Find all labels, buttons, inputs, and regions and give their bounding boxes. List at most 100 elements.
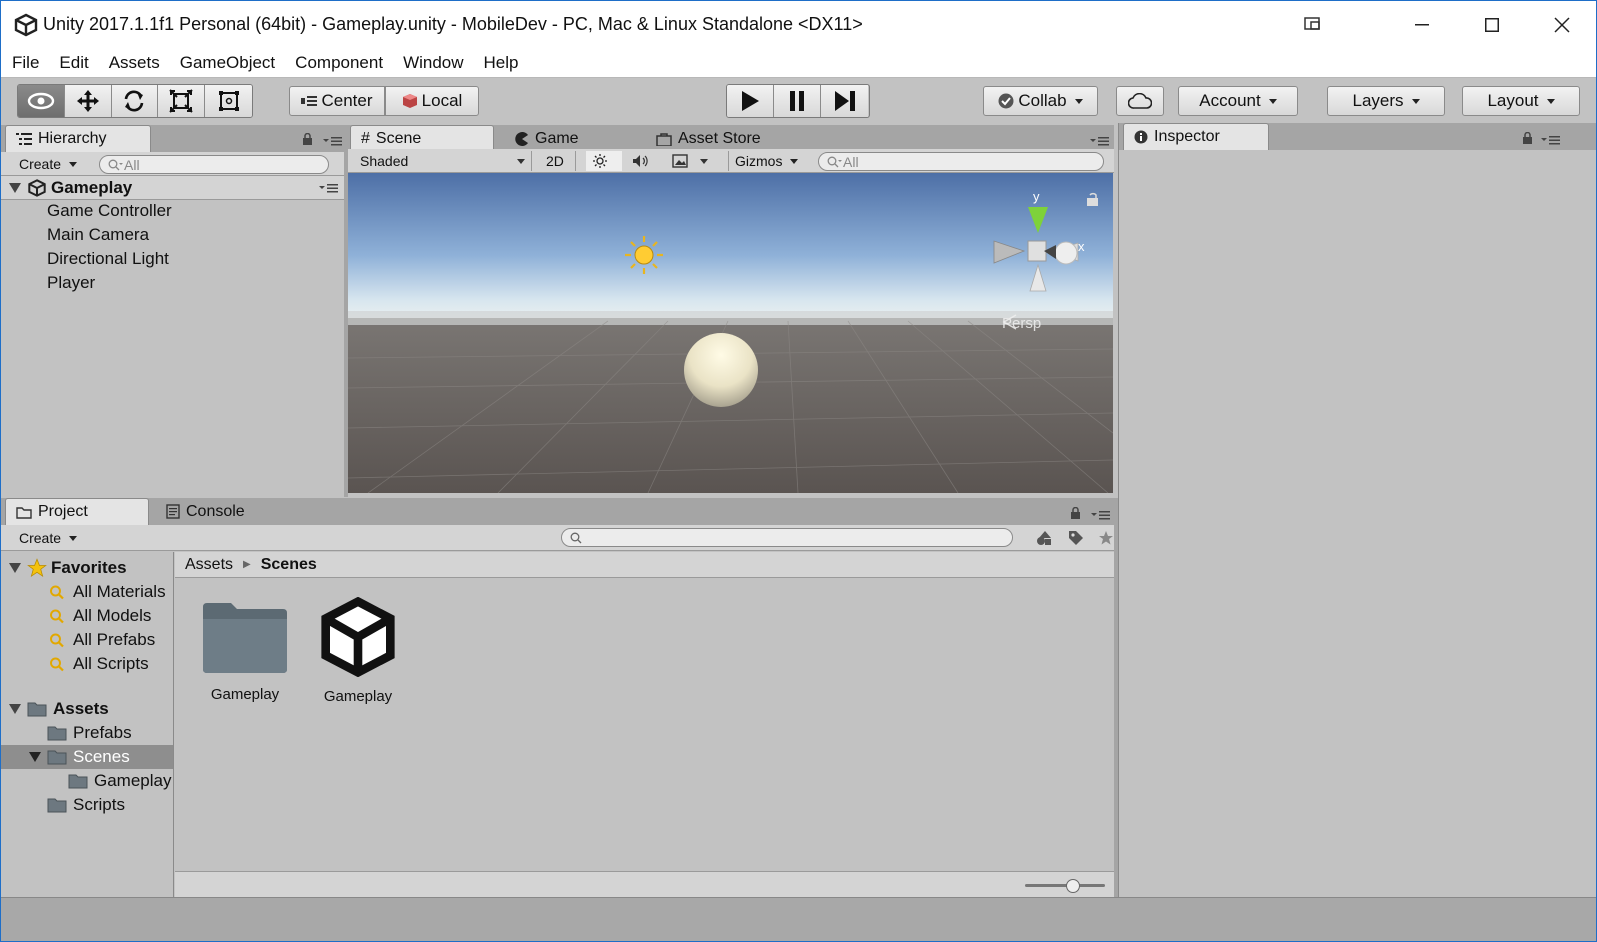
asset-folder-label: Gameplay: [94, 771, 172, 790]
search-by-label-button[interactable]: [1063, 527, 1089, 549]
zoom-slider[interactable]: [1025, 879, 1105, 893]
assets-header[interactable]: Assets: [1, 697, 173, 721]
gizmos-dropdown[interactable]: Gizmos: [728, 151, 806, 171]
search-by-type-button[interactable]: [1031, 527, 1057, 549]
collab-dropdown[interactable]: Collab: [983, 86, 1098, 116]
expand-triangle-icon[interactable]: [29, 752, 41, 762]
menu-help[interactable]: Help: [484, 53, 519, 73]
2d-toggle[interactable]: 2D: [540, 151, 576, 171]
hierarchy-item[interactable]: Player: [1, 271, 347, 295]
pivot-center-icon: [301, 96, 318, 106]
scene-search-input[interactable]: All: [818, 152, 1104, 171]
expand-triangle-icon[interactable]: [9, 704, 21, 714]
gizmo-lock-icon[interactable]: [1087, 198, 1098, 206]
tab-console[interactable]: Console: [156, 498, 286, 525]
layout-dropdown[interactable]: Layout: [1462, 86, 1580, 116]
lock-icon[interactable]: [301, 133, 315, 145]
hierarchy-item-label: Directional Light: [47, 249, 169, 268]
lock-icon[interactable]: [1069, 507, 1083, 519]
maximize-button[interactable]: [1457, 1, 1527, 48]
collab-window-icon[interactable]: [1304, 16, 1322, 32]
game-tab-label: Game: [535, 129, 579, 147]
play-button[interactable]: [727, 85, 774, 117]
rect-tool-button[interactable]: [205, 85, 252, 117]
hierarchy-list-icon: [16, 133, 32, 145]
favorites-header[interactable]: Favorites: [1, 556, 173, 580]
audio-toggle[interactable]: [626, 151, 662, 171]
hierarchy-search-input[interactable]: All: [99, 155, 329, 174]
favorite-item[interactable]: All Scripts: [1, 652, 173, 676]
project-create-dropdown[interactable]: Create: [13, 528, 91, 548]
layers-dropdown[interactable]: Layers: [1327, 86, 1445, 116]
move-tool-button[interactable]: [64, 85, 112, 117]
cloud-button[interactable]: [1116, 86, 1164, 116]
store-bag-icon: [656, 132, 672, 146]
hierarchy-create-dropdown[interactable]: Create: [13, 154, 89, 174]
hierarchy-item[interactable]: Game Controller: [1, 199, 347, 223]
file-item[interactable]: Gameplay: [195, 601, 295, 703]
draw-mode-label: Shaded: [360, 153, 409, 169]
tab-inspector[interactable]: Inspector: [1123, 123, 1269, 150]
pivot-rotation-button[interactable]: Local: [385, 86, 479, 116]
panel-menu-icon[interactable]: [323, 136, 343, 146]
scene-menu-icon[interactable]: [319, 183, 339, 193]
minimize-button[interactable]: [1387, 1, 1457, 48]
favorite-item[interactable]: All Prefabs: [1, 628, 173, 652]
hierarchy-item[interactable]: Main Camera: [1, 223, 347, 247]
breadcrumb-assets[interactable]: Assets: [185, 556, 233, 574]
panel-menu-icon[interactable]: [1541, 135, 1561, 145]
file-item[interactable]: Gameplay: [308, 596, 408, 705]
tab-scene[interactable]: # Scene: [350, 125, 494, 152]
menu-gameobject[interactable]: GameObject: [180, 53, 275, 73]
scene-viewport[interactable]: y x Persp: [348, 173, 1113, 493]
project-files-grid: Gameplay Gameplay: [175, 579, 1115, 871]
panel-menu-icon[interactable]: [1091, 510, 1111, 520]
lighting-toggle[interactable]: [586, 151, 622, 171]
panel-menu-icon[interactable]: [1090, 136, 1110, 146]
assets-label: Assets: [53, 699, 109, 718]
hierarchy-item[interactable]: Directional Light: [1, 247, 347, 271]
draw-mode-dropdown[interactable]: Shaded: [354, 151, 532, 171]
asset-folder-item-selected[interactable]: Scenes: [1, 745, 173, 769]
rotate-tool-button[interactable]: [111, 85, 159, 117]
effects-dropdown[interactable]: [666, 151, 714, 171]
panel-splitter[interactable]: [1114, 498, 1118, 897]
inspector-tab-label: Inspector: [1154, 128, 1220, 145]
pacman-icon: [515, 131, 528, 146]
tab-hierarchy[interactable]: Hierarchy: [5, 125, 151, 152]
hierarchy-scene-row[interactable]: Gameplay: [1, 176, 347, 200]
asset-folder-item[interactable]: Prefabs: [1, 721, 173, 745]
tab-game[interactable]: Game: [505, 125, 635, 152]
asset-folder-item[interactable]: Gameplay: [1, 769, 173, 793]
favorite-item[interactable]: All Models: [1, 604, 173, 628]
scale-tool-button[interactable]: [158, 85, 206, 117]
pivot-mode-button[interactable]: Center: [289, 86, 385, 116]
tab-asset-store[interactable]: Asset Store: [646, 125, 806, 152]
favorite-item-label: All Prefabs: [73, 630, 156, 649]
menu-window[interactable]: Window: [403, 53, 463, 73]
menu-component[interactable]: Component: [295, 53, 383, 73]
hierarchy-create-label: Create: [19, 156, 62, 172]
menu-edit[interactable]: Edit: [59, 53, 88, 73]
menu-file[interactable]: File: [12, 53, 39, 73]
lock-icon[interactable]: [1521, 132, 1535, 144]
view-tool-button[interactable]: [18, 85, 65, 117]
player-sphere[interactable]: [684, 333, 758, 407]
menu-assets[interactable]: Assets: [109, 53, 160, 73]
account-dropdown[interactable]: Account: [1178, 86, 1298, 116]
search-icon: [827, 156, 842, 167]
expand-triangle-icon[interactable]: [9, 182, 21, 193]
zoom-slider-thumb[interactable]: [1066, 879, 1080, 893]
tab-project[interactable]: Project: [5, 498, 149, 525]
asset-folder-item[interactable]: Scripts: [1, 793, 173, 817]
breadcrumb-scenes[interactable]: Scenes: [261, 556, 317, 574]
pause-button[interactable]: [774, 85, 821, 117]
file-name: Gameplay: [210, 686, 280, 703]
step-button[interactable]: [821, 85, 868, 117]
favorite-item[interactable]: All Materials: [1, 580, 173, 604]
project-search-input[interactable]: [561, 528, 1013, 547]
hierarchy-item-label: Player: [47, 273, 96, 292]
expand-triangle-icon[interactable]: [9, 563, 21, 573]
scene-tab-label: Scene: [375, 130, 422, 147]
close-button[interactable]: [1527, 1, 1596, 48]
